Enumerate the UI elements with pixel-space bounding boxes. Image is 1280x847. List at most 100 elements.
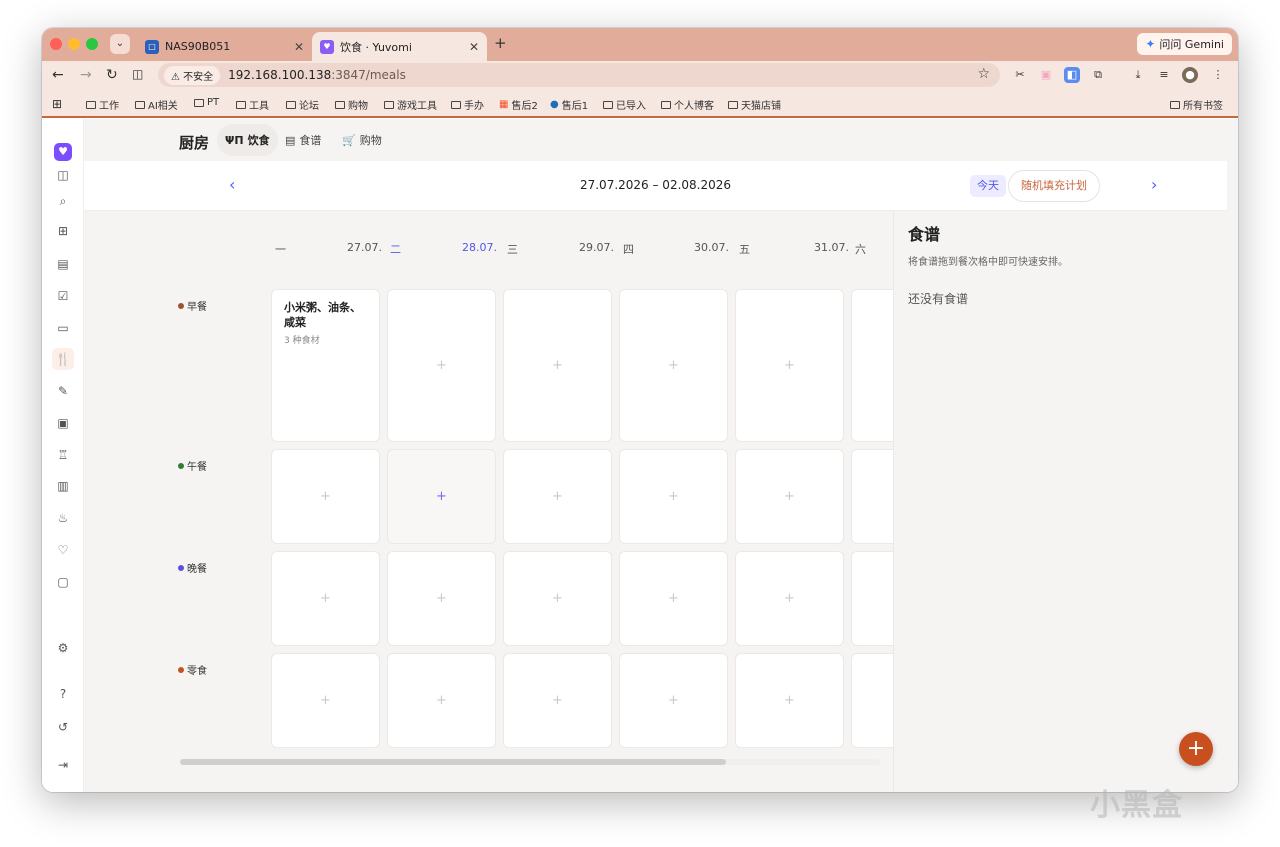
address-bar[interactable]: ⚠ 不安全 192.168.100.138:3847/meals ☆ — [158, 63, 1000, 87]
new-tab-plus-icon[interactable]: + — [494, 34, 507, 52]
tab-bar: ⌄ □ NAS90B051 ✕ ♥ 饮食 · Yuvomi ✕ + ✦ 问问 G… — [42, 28, 1238, 61]
meal-slot-add[interactable] — [851, 653, 893, 748]
tab-search-chevron-icon[interactable]: ⌄ — [110, 34, 130, 54]
bookmark-folder[interactable]: 已导入 — [603, 97, 646, 112]
history-icon[interactable]: ↺ — [52, 716, 74, 738]
scrollbar-thumb[interactable] — [180, 759, 726, 765]
logout-icon[interactable]: ⇥ — [52, 754, 74, 776]
meal-slot-add[interactable]: + — [735, 653, 844, 748]
bookmark-folder[interactable]: 工作 — [86, 97, 119, 112]
bookmark-folder[interactable]: 购物 — [335, 97, 368, 112]
back-arrow-icon[interactable]: ← — [52, 67, 64, 83]
bookmark-folder[interactable]: 论坛 — [286, 97, 319, 112]
meal-slot-add[interactable]: + — [387, 653, 496, 748]
meal-slot-add[interactable] — [851, 551, 893, 646]
bookmark-folder[interactable]: 游戏工具 — [384, 97, 437, 112]
day-date: 29.07. — [579, 241, 614, 254]
meal-slot-add[interactable]: + — [387, 551, 496, 646]
menu-kebab-icon[interactable]: ⋮ — [1210, 67, 1226, 83]
meal-slot-add[interactable]: + — [735, 449, 844, 544]
close-window-button[interactable] — [50, 38, 62, 50]
meal-slot-add[interactable]: + — [503, 449, 612, 544]
download-icon[interactable]: ⤓ — [1130, 67, 1146, 83]
meal-slot-add[interactable]: + — [503, 653, 612, 748]
horizontal-scrollbar[interactable] — [180, 759, 880, 765]
meal-slot-add[interactable] — [851, 449, 893, 544]
reading-list-icon[interactable]: ≡ — [1156, 67, 1172, 83]
next-week-chevron-icon[interactable]: › — [1151, 175, 1157, 194]
meal-slot-add[interactable]: + — [271, 551, 380, 646]
tab-shopping[interactable]: 🛒 购物 — [334, 124, 390, 156]
folder-icon — [236, 100, 246, 109]
forward-arrow-icon[interactable]: → — [80, 67, 92, 83]
sidebar-toggle-icon[interactable]: ◫ — [52, 164, 74, 186]
browser-tab-yuvomi[interactable]: ♥ 饮食 · Yuvomi ✕ — [312, 32, 487, 61]
profile-avatar[interactable]: ● — [1182, 67, 1198, 83]
side-panel-icon[interactable]: ◫ — [132, 67, 143, 81]
close-icon[interactable]: ✕ — [469, 40, 479, 54]
extension-blue-icon[interactable]: ◧ — [1064, 67, 1080, 83]
notes-document-icon[interactable]: ▭ — [52, 317, 74, 339]
extension-pink-icon[interactable]: ▣ — [1038, 67, 1054, 83]
meal-slot-add[interactable]: + — [503, 551, 612, 646]
app-header: 厨房 ΨΠ 饮食 ▤ 食谱 🛒 购物 — [84, 119, 1238, 161]
minimize-window-button[interactable] — [68, 38, 80, 50]
close-icon[interactable]: ✕ — [294, 40, 304, 54]
bookmark-link[interactable]: ▦ 售后2 — [499, 97, 538, 112]
meal-slot-add[interactable]: + — [271, 449, 380, 544]
browser-tab-nas[interactable]: □ NAS90B051 ✕ — [137, 32, 312, 61]
contacts-card-icon[interactable]: ▥ — [52, 475, 74, 497]
tasks-check-icon[interactable]: ☑ — [52, 285, 74, 307]
help-circle-icon[interactable]: ? — [52, 683, 74, 705]
bookmark-folder[interactable]: 个人博客 — [661, 97, 714, 112]
today-button[interactable]: 今天 — [970, 175, 1006, 197]
meal-slot-add[interactable]: + — [619, 551, 728, 646]
meal-slot-add[interactable]: + — [271, 653, 380, 748]
bookmark-folder[interactable]: 手办 — [451, 97, 484, 112]
bookmark-folder[interactable]: PT — [194, 97, 219, 108]
tab-recipes[interactable]: ▤ 食谱 — [277, 124, 329, 156]
meal-slot-add[interactable]: + — [619, 289, 728, 442]
settings-gear-icon[interactable]: ⚙ — [52, 637, 74, 659]
folder-icon — [451, 100, 461, 109]
meal-slot-add[interactable]: + — [619, 653, 728, 748]
meal-slot-filled[interactable]: 小米粥、油条、咸菜 3 种食材 — [271, 289, 380, 442]
meal-slot-add[interactable]: + — [619, 449, 728, 544]
wallet-icon[interactable]: ▢ — [52, 571, 74, 593]
add-floating-button[interactable]: + — [1179, 732, 1213, 766]
bookmark-star-icon[interactable]: ☆ — [977, 66, 990, 82]
extensions-puzzle-icon[interactable]: ⧉ — [1090, 67, 1106, 83]
bookmark-folder[interactable]: AI相关 — [135, 97, 178, 112]
birthday-cake-icon[interactable]: ♨ — [52, 507, 74, 529]
apps-grid-icon[interactable]: ⊞ — [52, 97, 62, 111]
maximize-window-button[interactable] — [86, 38, 98, 50]
meal-slot-add[interactable]: + — [387, 289, 496, 442]
meal-slot-add[interactable]: + — [387, 449, 496, 544]
bookmark-link[interactable]: ● 售后1 — [550, 97, 588, 112]
kitchen-utensils-icon[interactable]: 🍴 — [52, 348, 74, 370]
reload-icon[interactable]: ↻ — [106, 67, 118, 83]
bookmark-folder[interactable]: 天猫店铺 — [728, 97, 781, 112]
awards-ribbon-icon[interactable]: ♖ — [52, 444, 74, 466]
insecure-badge[interactable]: ⚠ 不安全 — [164, 65, 221, 85]
tab-meals[interactable]: ΨΠ 饮食 — [217, 124, 278, 156]
calendar-icon[interactable]: ▤ — [52, 253, 74, 275]
bookmark-folder[interactable]: 工具 — [236, 97, 269, 112]
tools-wrench-icon[interactable]: ✎ — [52, 380, 74, 402]
day-weekday: 三 — [507, 243, 518, 256]
meal-slot-add[interactable]: + — [503, 289, 612, 442]
files-folder-icon[interactable]: ▣ — [52, 412, 74, 434]
meal-slot-add[interactable] — [851, 289, 893, 442]
day-weekday: 四 — [623, 243, 634, 256]
health-heart-icon[interactable]: ♡ — [52, 539, 74, 561]
gemini-button[interactable]: ✦ 问问 Gemini — [1137, 33, 1232, 55]
meal-slot-add[interactable]: + — [735, 289, 844, 442]
yuvomi-logo-icon[interactable]: ♥ — [54, 143, 72, 161]
dashboard-grid-icon[interactable]: ⊞ — [52, 220, 74, 242]
random-fill-button[interactable]: 随机填充计划 — [1008, 170, 1100, 202]
meal-slot-add[interactable]: + — [735, 551, 844, 646]
meal-dot — [178, 302, 184, 309]
search-icon[interactable]: ⌕ — [52, 190, 74, 212]
all-bookmarks-folder[interactable]: 所有书签 — [1170, 97, 1223, 112]
extension-scissors-icon[interactable]: ✂ — [1012, 67, 1028, 83]
